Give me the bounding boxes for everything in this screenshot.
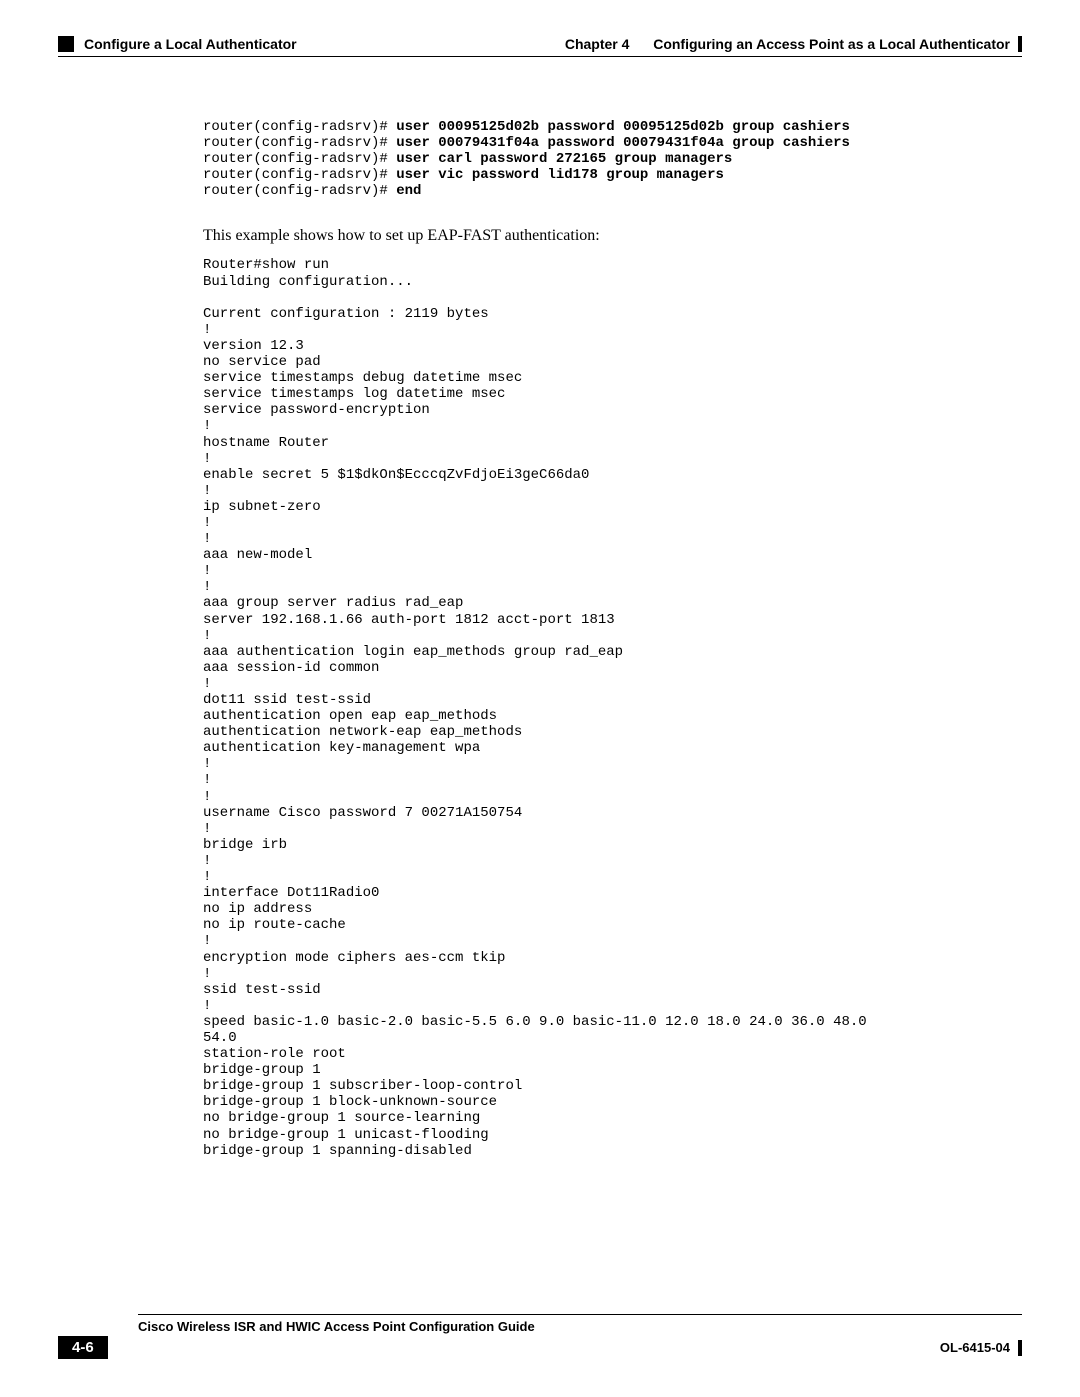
header-end-bar-icon xyxy=(1018,36,1022,52)
narrative-text: This example shows how to set up EAP-FAS… xyxy=(203,227,1022,245)
footer-end-bar-icon xyxy=(1018,1340,1022,1356)
page-footer: Cisco Wireless ISR and HWIC Access Point… xyxy=(58,1314,1022,1359)
code-block-1: router(config-radsrv)# user 00095125d02b… xyxy=(203,119,1022,199)
code-block-2: Router#show run Building configuration..… xyxy=(203,257,1022,1158)
document-id: OL-6415-04 xyxy=(940,1340,1010,1355)
chapter-title: Configuring an Access Point as a Local A… xyxy=(653,36,1010,52)
chapter-label: Chapter 4 xyxy=(565,36,630,52)
footer-rule xyxy=(138,1314,1022,1315)
section-title: Configure a Local Authenticator xyxy=(84,36,297,52)
page-number-badge: 4-6 xyxy=(58,1336,108,1359)
guide-title: Cisco Wireless ISR and HWIC Access Point… xyxy=(138,1319,535,1334)
section-marker-icon xyxy=(58,36,74,52)
